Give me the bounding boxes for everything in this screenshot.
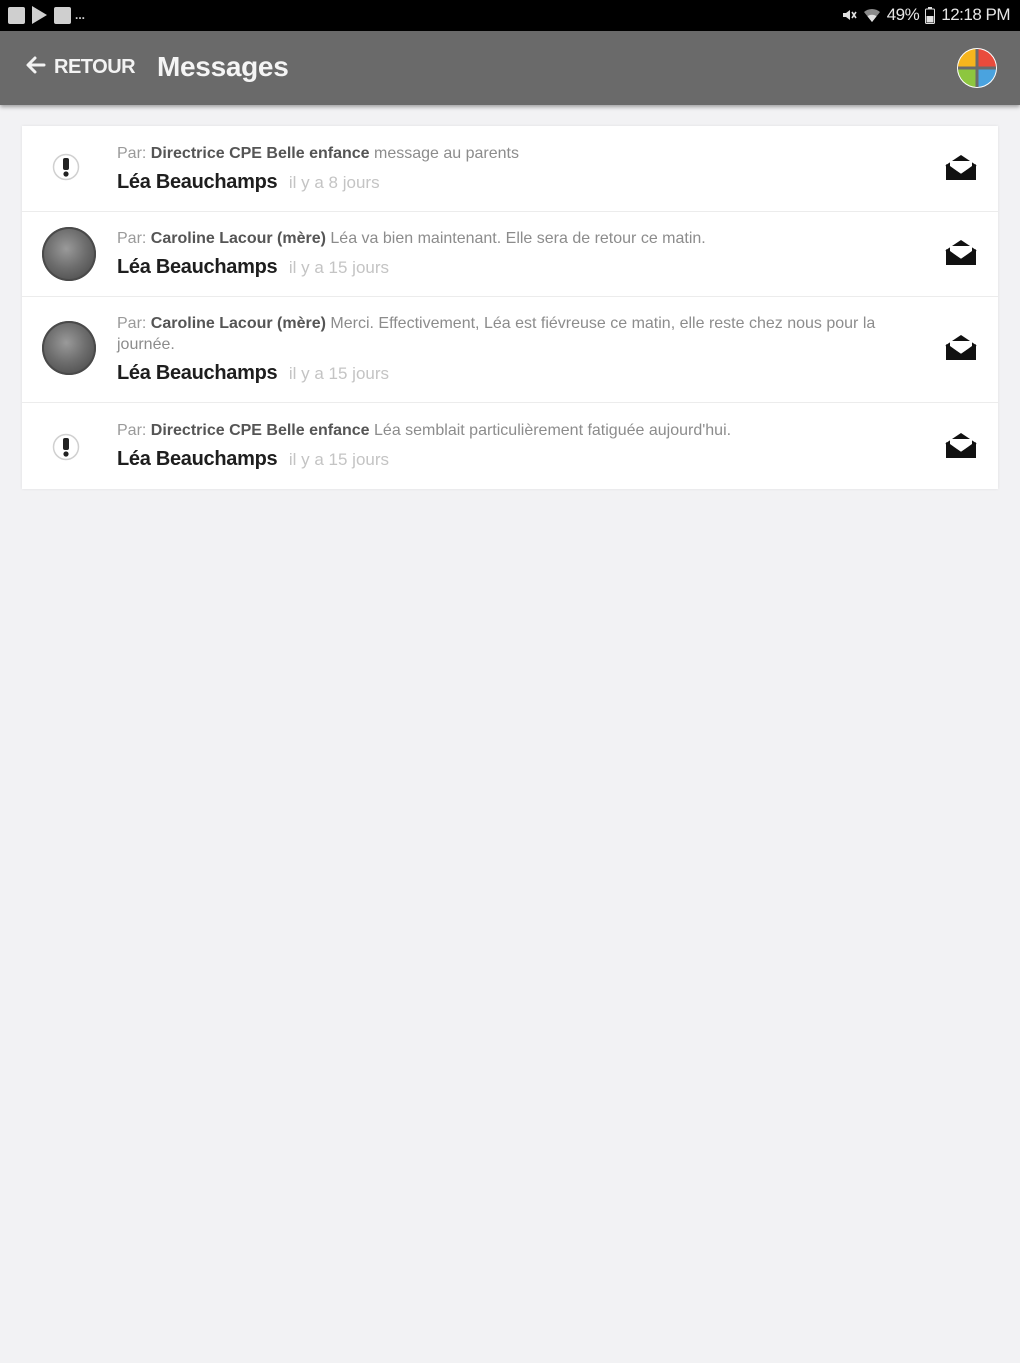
message-summary: Par: Caroline Lacour (mère) Merci. Effec… [117, 313, 927, 355]
message-time: il y a 15 jours [288, 364, 390, 383]
avatar [42, 321, 96, 375]
message-meta: Léa Beauchamps il y a 8 jours [117, 170, 927, 195]
message-text: Par: Directrice CPE Belle enfance messag… [117, 143, 927, 195]
message-text: Par: Directrice CPE Belle enfance Léa se… [117, 420, 927, 472]
from-prefix: Par: [117, 422, 147, 439]
battery-icon [925, 6, 936, 24]
calendar-icon [54, 6, 71, 24]
page-title: Messages [157, 51, 289, 82]
message-row[interactable]: Par: Caroline Lacour (mère) Léa va bien … [22, 211, 998, 297]
avatar [42, 227, 96, 281]
app-logo-icon[interactable] [956, 47, 998, 89]
back-label: RETOUR [54, 56, 136, 78]
message-meta: Léa Beauchamps il y a 15 jours [117, 447, 927, 472]
message-sender: Caroline Lacour (mère) [150, 315, 326, 332]
status-bar: ... 49% 12:18 PM [0, 0, 1020, 31]
message-sender: Directrice CPE Belle enfance [150, 145, 370, 162]
message-row[interactable]: Par: Caroline Lacour (mère) Merci. Effec… [22, 296, 998, 403]
alert-icon [52, 433, 80, 461]
notification-overflow: ... [75, 8, 86, 22]
envelope-open-icon[interactable] [944, 154, 978, 182]
message-summary: Par: Directrice CPE Belle enfance messag… [117, 143, 927, 164]
message-body: Léa va bien maintenant. Elle sera de ret… [330, 230, 706, 247]
message-sender: Directrice CPE Belle enfance [150, 422, 370, 439]
child-name: Léa Beauchamps [117, 448, 278, 470]
gallery-icon [8, 6, 25, 24]
envelope-open-icon[interactable] [944, 432, 978, 460]
message-text: Par: Caroline Lacour (mère) Merci. Effec… [117, 313, 927, 386]
child-name: Léa Beauchamps [117, 362, 278, 384]
arrow-left-icon [24, 53, 48, 82]
message-body: message au parents [374, 145, 519, 162]
clock: 12:18 PM [941, 5, 1010, 24]
envelope-open-icon[interactable] [944, 239, 978, 267]
notification-icons: ... [8, 6, 85, 24]
battery-percent: 49% [886, 5, 920, 24]
play-store-icon [32, 6, 47, 24]
child-name: Léa Beauchamps [117, 256, 278, 278]
message-summary: Par: Directrice CPE Belle enfance Léa se… [117, 420, 927, 441]
message-time: il y a 8 jours [288, 173, 380, 192]
from-prefix: Par: [117, 145, 147, 162]
message-row[interactable]: Par: Directrice CPE Belle enfance Léa se… [22, 402, 998, 489]
message-meta: Léa Beauchamps il y a 15 jours [117, 361, 927, 386]
mute-icon [841, 7, 857, 23]
alert-icon [52, 153, 80, 181]
message-text: Par: Caroline Lacour (mère) Léa va bien … [117, 228, 927, 280]
message-time: il y a 15 jours [288, 450, 390, 469]
back-button[interactable]: RETOUR [24, 53, 136, 82]
child-name: Léa Beauchamps [117, 171, 278, 193]
app-bar: RETOUR Messages [0, 31, 1020, 105]
envelope-open-icon[interactable] [944, 334, 978, 362]
message-list: Par: Directrice CPE Belle enfance messag… [22, 126, 998, 489]
status-right: 49% 12:18 PM [841, 5, 1010, 25]
from-prefix: Par: [117, 230, 147, 247]
message-summary: Par: Caroline Lacour (mère) Léa va bien … [117, 228, 927, 249]
message-body: Léa semblait particulièrement fatiguée a… [374, 422, 732, 439]
wifi-icon [863, 7, 881, 23]
message-meta: Léa Beauchamps il y a 15 jours [117, 255, 927, 280]
message-time: il y a 15 jours [288, 258, 390, 277]
message-row[interactable]: Par: Directrice CPE Belle enfance messag… [22, 126, 998, 212]
message-sender: Caroline Lacour (mère) [150, 230, 326, 247]
from-prefix: Par: [117, 315, 147, 332]
